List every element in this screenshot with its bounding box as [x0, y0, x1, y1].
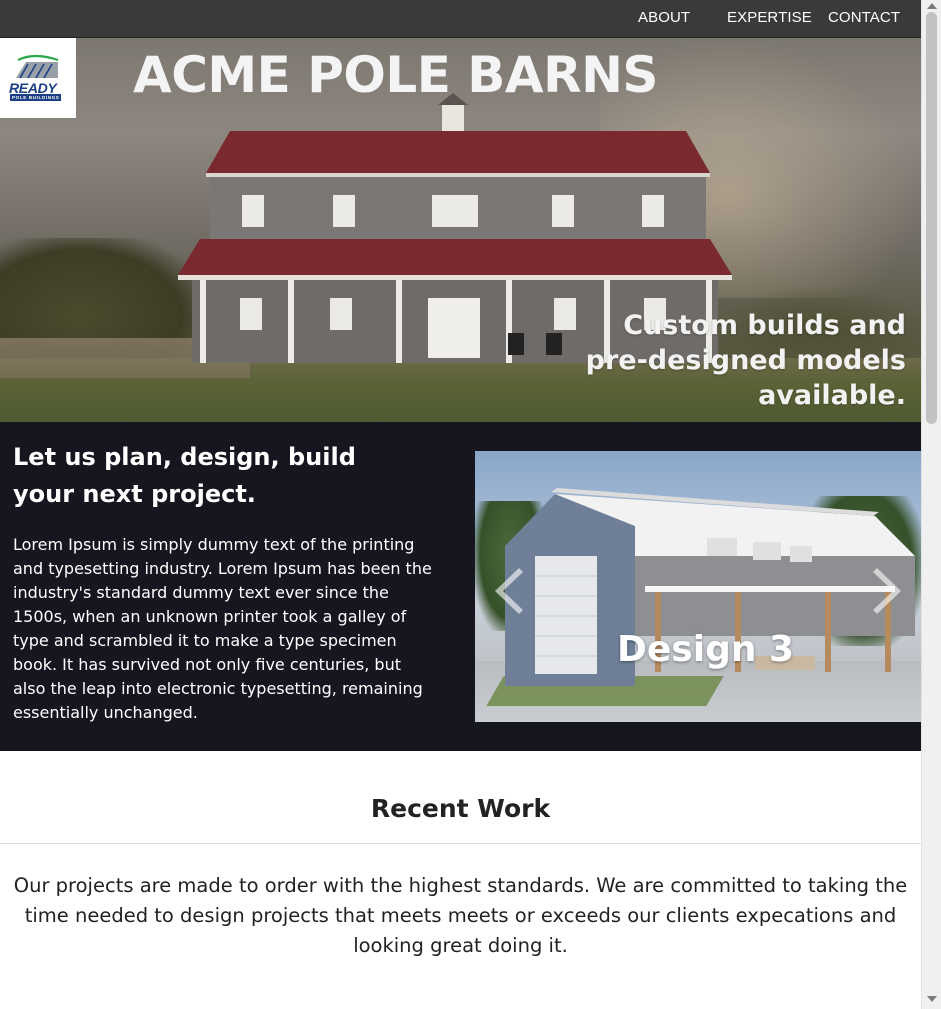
nav-link-contact[interactable]: CONTACT — [828, 9, 900, 26]
scroll-down-arrow-icon[interactable] — [927, 996, 937, 1002]
intro-section: Let us plan, design, build your next pro… — [0, 422, 921, 751]
page-scrollbar[interactable] — [921, 0, 941, 1009]
section-divider — [0, 843, 921, 844]
hero-banner: READY POLE BUILDINGS ACME POLE BARNS Cus… — [0, 38, 921, 422]
carousel-prev-arrow[interactable] — [489, 566, 525, 616]
company-logo[interactable]: READY POLE BUILDINGS — [0, 38, 76, 118]
recent-work-title: Recent Work — [370, 794, 551, 823]
logo-building-icon — [16, 54, 59, 79]
intro-body: Lorem Ipsum is simply dummy text of the … — [13, 535, 432, 722]
carousel-next-arrow[interactable] — [871, 566, 907, 616]
hero-tagline: Custom builds and pre-designed models av… — [585, 310, 906, 411]
carousel-caption: Design 3 — [617, 629, 795, 670]
top-nav: ABOUT EXPERTISE CONTACT — [0, 0, 921, 38]
nav-link-expertise[interactable]: EXPERTISE — [727, 9, 812, 26]
recent-work-description: Our projects are made to order with the … — [13, 874, 908, 957]
intro-heading: Let us plan, design, build your next pro… — [13, 443, 356, 508]
scroll-up-arrow-icon[interactable] — [927, 3, 937, 9]
hero-title: ACME POLE BARNS — [133, 46, 658, 104]
nav-link-about[interactable]: ABOUT — [638, 9, 690, 26]
logo-subtext: POLE BUILDINGS — [10, 94, 62, 101]
scrollbar-thumb[interactable] — [926, 12, 937, 424]
design-carousel[interactable]: Design 3 — [475, 451, 921, 722]
